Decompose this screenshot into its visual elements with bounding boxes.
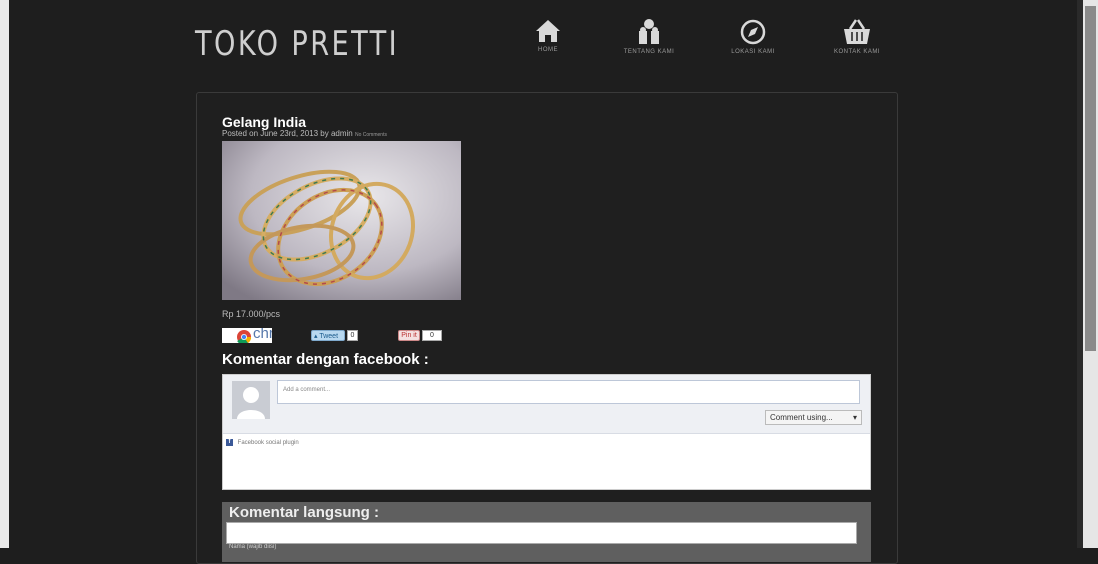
home-icon [536,20,560,42]
facebook-comment-input[interactable]: Add a comment... [277,380,860,404]
chrome-badge[interactable]: chr [222,328,272,343]
facebook-comments-plugin: Add a comment... Comment using... ▾ f Fa… [222,374,871,490]
chrome-badge-text: chr [253,328,272,342]
chevron-down-icon: ▾ [852,413,857,422]
people-icon [639,19,659,44]
tweet-label: Tweet [319,333,339,340]
basket-icon [844,19,870,44]
direct-comment-form: Komentar langsung : Nama (wajib diisi) [222,502,871,562]
post-comments-link[interactable]: No Comments [355,132,387,138]
chrome-icon [237,330,252,343]
tweet-count: 0 [347,330,358,341]
nav-lokasi-kami[interactable]: LOKASI KAMI [708,18,798,55]
product-price: Rp 17.000/pcs [222,309,281,319]
direct-name-label: Nama (wajib diisi) [229,544,277,550]
tweet-button[interactable]: ▴ Tweet [311,330,345,341]
post-meta: Posted on June 23rd, 2013 by admin No Co… [222,129,387,138]
nav-home-label: HOME [538,47,558,53]
facebook-icon: f [226,439,233,446]
default-avatar [232,381,270,419]
facebook-social-plugin-link[interactable]: f Facebook social plugin [226,439,299,446]
pin-it-button[interactable]: Pin it [398,330,420,341]
nav-kontak-kami-label: KONTAK KAMI [833,49,881,55]
direct-comment-heading: Komentar langsung : [229,504,380,521]
nav-tentang-kami[interactable]: TENTANG KAMI [604,18,694,55]
facebook-comments-heading: Komentar dengan facebook : [222,351,429,368]
site-logo[interactable]: TOKO PRETTI [195,24,399,64]
scrollbar-thumb[interactable] [1085,6,1096,351]
nav-tentang-kami-label: TENTANG KAMI [623,49,675,55]
compass-icon [740,19,766,45]
facebook-comment-composer: Add a comment... Comment using... ▾ [223,375,870,434]
vertical-scrollbar[interactable] [1083,0,1098,548]
nav-kontak-kami[interactable]: KONTAK KAMI [812,18,902,55]
nav-home[interactable]: HOME [503,18,593,53]
post-meta-text: Posted on June 23rd, 2013 by admin [222,129,353,138]
facebook-plugin-text: Facebook social plugin [237,440,299,447]
product-photo [222,141,461,300]
direct-name-input[interactable] [226,522,857,544]
browser-left-edge [0,0,9,548]
comment-using-label: Comment using... [770,413,833,422]
nav-lokasi-kami-label: LOKASI KAMI [731,49,775,55]
twitter-bird-icon: ▴ [314,333,318,340]
post-title[interactable]: Gelang India [222,114,306,130]
pin-count: 0 [422,330,442,341]
comment-using-select[interactable]: Comment using... ▾ [765,410,862,425]
